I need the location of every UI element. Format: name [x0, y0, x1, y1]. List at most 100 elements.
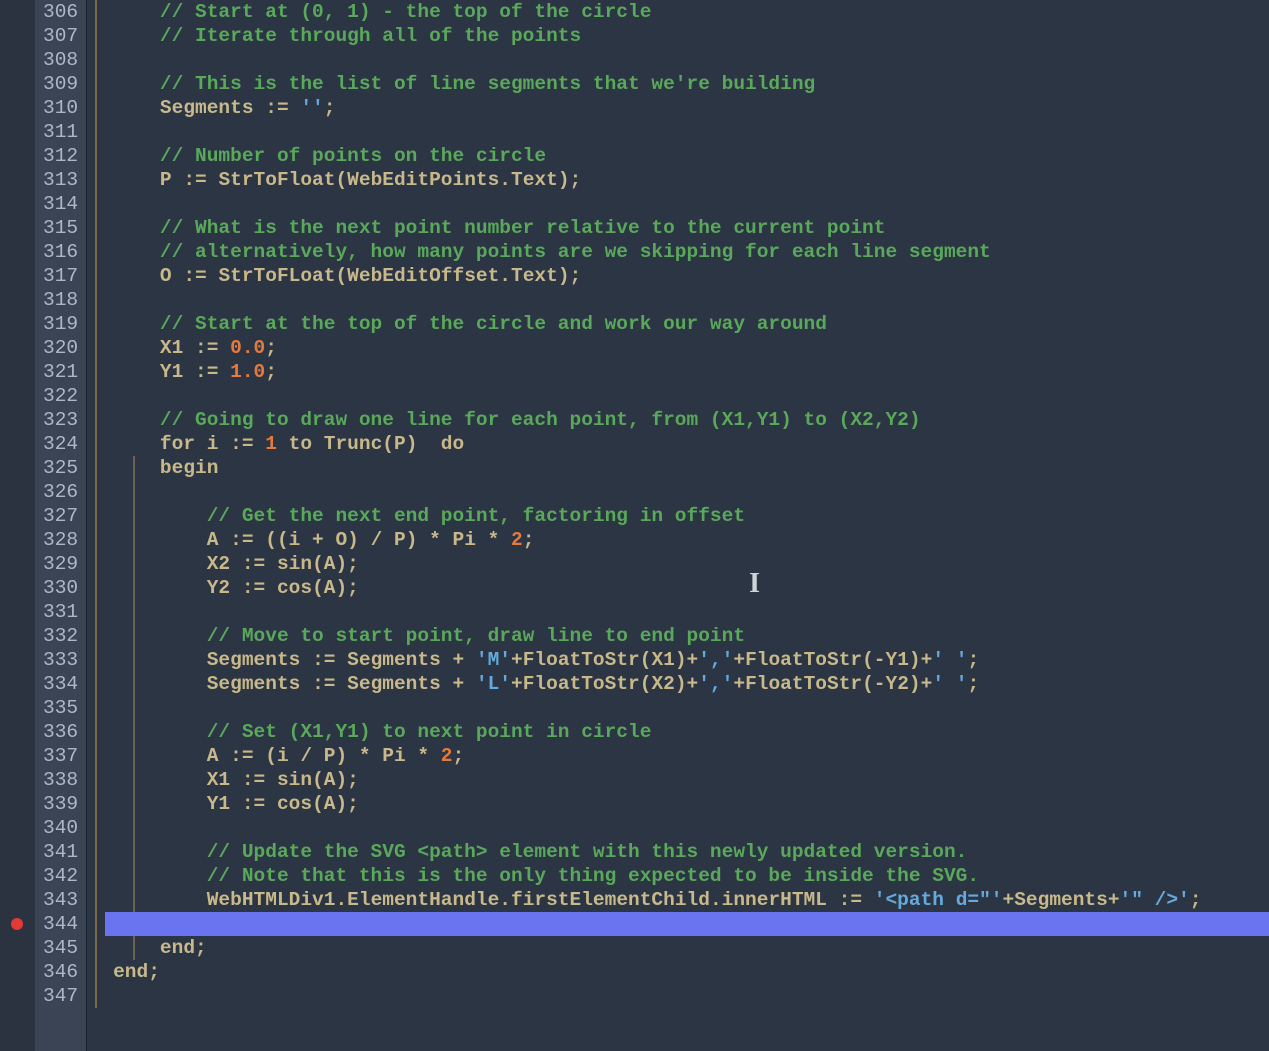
token-punct: ); — [335, 577, 358, 599]
fold-gutter[interactable] — [87, 0, 109, 1051]
token-str: ',' — [698, 649, 733, 671]
line-number: 318 — [43, 288, 78, 312]
line-number: 308 — [43, 48, 78, 72]
code-line[interactable]: end; — [113, 960, 1269, 984]
token-punct: )+ — [675, 673, 698, 695]
code-line[interactable]: Y2 := cos(A); — [113, 576, 1269, 600]
line-number: 329 — [43, 552, 78, 576]
token-kw: for — [160, 433, 207, 455]
token-punct: ) / — [347, 529, 394, 551]
token-func: FloatToStr — [745, 649, 862, 671]
token-str: '" />' — [1120, 889, 1190, 911]
token-comment: // Going to draw one line for each point… — [160, 409, 921, 431]
code-line[interactable]: // Iterate through all of the points — [113, 24, 1269, 48]
token-punct: ); — [558, 169, 581, 191]
code-line[interactable]: O := StrToFLoat(WebEditOffset.Text); — [113, 264, 1269, 288]
token-num: 2 — [441, 745, 453, 767]
token-id: Y2 — [886, 673, 909, 695]
line-number: 313 — [43, 168, 78, 192]
code-line[interactable]: // Start at the top of the circle and wo… — [113, 312, 1269, 336]
code-line[interactable] — [113, 984, 1269, 1008]
line-number: 306 — [43, 0, 78, 24]
code-line[interactable] — [113, 480, 1269, 504]
token-punct: := (( — [230, 529, 289, 551]
breakpoint-gutter[interactable] — [0, 0, 35, 1051]
token-kw: begin — [160, 457, 219, 479]
code-line[interactable]: // This is the list of line segments tha… — [113, 72, 1269, 96]
token-punct: (- — [862, 673, 885, 695]
code-line[interactable]: X1 := sin(A); — [113, 768, 1269, 792]
code-line[interactable] — [113, 192, 1269, 216]
code-area[interactable]: I // Start at (0, 1) - the top of the ci… — [109, 0, 1269, 1051]
token-id: Segments — [207, 649, 312, 671]
code-line[interactable]: for i := 1 to Trunc(P) do — [113, 432, 1269, 456]
code-line[interactable]: A := (i / P) * Pi * 2; — [113, 744, 1269, 768]
code-line[interactable]: // Going to draw one line for each point… — [113, 408, 1269, 432]
code-line[interactable]: X1 := 0.0; — [113, 336, 1269, 360]
code-line[interactable]: X2 := sin(A); — [113, 552, 1269, 576]
token-id: X1 — [207, 769, 242, 791]
token-kw: to — [277, 433, 324, 455]
code-line[interactable]: Y1 := cos(A); — [113, 792, 1269, 816]
token-id: X2 — [207, 553, 242, 575]
line-number-gutter[interactable]: 3063073083093103113123133143153163173183… — [35, 0, 87, 1051]
code-line[interactable]: WebHTMLDiv1.ElementHandle.firstElementCh… — [113, 888, 1269, 912]
code-line[interactable]: Segments := Segments + 'L'+FloatToStr(X2… — [113, 672, 1269, 696]
line-number: 321 — [43, 360, 78, 384]
token-id: Y1 — [886, 649, 909, 671]
code-line[interactable]: // Note that this is the only thing expe… — [113, 864, 1269, 888]
line-number: 316 — [43, 240, 78, 264]
code-line[interactable] — [113, 48, 1269, 72]
line-number: 311 — [43, 120, 78, 144]
code-line[interactable] — [113, 696, 1269, 720]
line-number: 324 — [43, 432, 78, 456]
code-line[interactable]: // Get the next end point, factoring in … — [113, 504, 1269, 528]
code-line[interactable] — [113, 384, 1269, 408]
token-punct: + — [300, 529, 335, 551]
token-comment: // Move to start point, draw line to end… — [207, 625, 745, 647]
code-line[interactable] — [113, 288, 1269, 312]
code-line[interactable] — [113, 912, 1269, 936]
code-line[interactable] — [113, 600, 1269, 624]
token-punct: + — [733, 649, 745, 671]
line-number: 344 — [43, 912, 78, 936]
token-punct: ( — [312, 577, 324, 599]
token-id: Segments — [1014, 889, 1108, 911]
code-editor[interactable]: 3063073083093103113123133143153163173183… — [0, 0, 1269, 1051]
token-id: Segments — [347, 673, 441, 695]
code-line[interactable]: begin — [113, 456, 1269, 480]
code-line[interactable]: A := ((i + O) / P) * Pi * 2; — [113, 528, 1269, 552]
token-punct: ; — [967, 649, 979, 671]
code-line[interactable]: // What is the next point number relativ… — [113, 216, 1269, 240]
code-line[interactable]: Y1 := 1.0; — [113, 360, 1269, 384]
token-id: O — [335, 529, 347, 551]
token-punct: ( — [312, 769, 324, 791]
token-punct: := — [265, 97, 300, 119]
token-punct: := — [242, 793, 277, 815]
token-func: StrToFLoat — [218, 265, 335, 287]
token-punct: ( — [640, 649, 652, 671]
token-punct: ; — [1190, 889, 1202, 911]
code-line[interactable] — [113, 120, 1269, 144]
code-line[interactable]: // Start at (0, 1) - the top of the circ… — [113, 0, 1269, 24]
breakpoint-icon[interactable] — [11, 918, 23, 930]
code-line[interactable]: // Number of points on the circle — [113, 144, 1269, 168]
token-id: WebEditPoints — [347, 169, 499, 191]
code-line[interactable]: end; — [113, 936, 1269, 960]
token-punct: ; — [265, 361, 277, 383]
code-line[interactable]: // alternatively, how many points are we… — [113, 240, 1269, 264]
token-id: A — [324, 769, 336, 791]
code-line[interactable]: // Move to start point, draw line to end… — [113, 624, 1269, 648]
code-line[interactable] — [113, 816, 1269, 840]
code-line[interactable]: // Update the SVG <path> element with th… — [113, 840, 1269, 864]
line-number: 335 — [43, 696, 78, 720]
code-line[interactable]: Segments := Segments + 'M'+FloatToStr(X1… — [113, 648, 1269, 672]
token-id: A — [324, 793, 336, 815]
line-number: 312 — [43, 144, 78, 168]
line-number: 345 — [43, 936, 78, 960]
token-punct: ) — [406, 433, 441, 455]
code-line[interactable]: Segments := ''; — [113, 96, 1269, 120]
code-line[interactable]: // Set (X1,Y1) to next point in circle — [113, 720, 1269, 744]
code-line[interactable]: P := StrToFloat(WebEditPoints.Text); — [113, 168, 1269, 192]
token-punct: := ( — [230, 745, 277, 767]
